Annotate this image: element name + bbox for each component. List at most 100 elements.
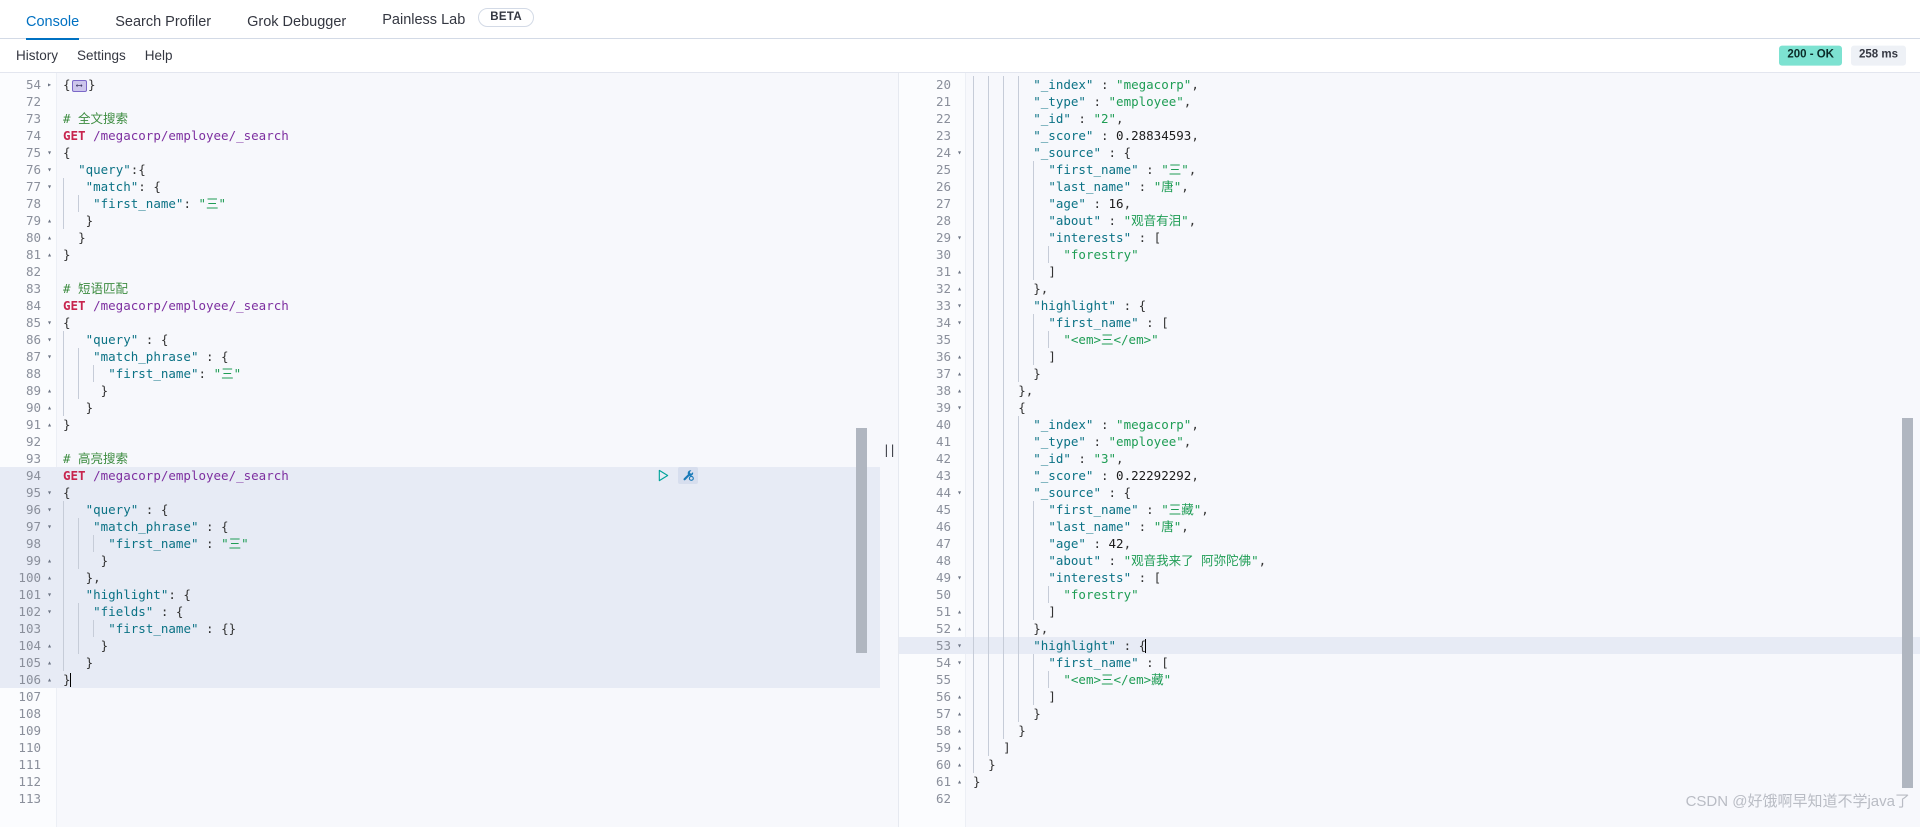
code-line[interactable]: 36 ▴ ] bbox=[898, 348, 1920, 365]
fold-toggle-icon[interactable]: ▴ bbox=[952, 688, 967, 705]
code-line[interactable]: 106 ▴} bbox=[0, 671, 880, 688]
fold-toggle-icon[interactable]: ▾ bbox=[42, 178, 57, 195]
code-line[interactable]: 93 # 高亮搜索 bbox=[0, 450, 880, 467]
code-line[interactable]: 112 bbox=[0, 773, 880, 790]
fold-toggle-icon[interactable]: ▴ bbox=[42, 569, 57, 586]
code-line[interactable]: 85 ▾ { bbox=[0, 314, 880, 331]
fold-toggle-icon[interactable]: ▴ bbox=[952, 263, 967, 280]
collapsed-fold-widget[interactable]: ⟷ bbox=[71, 80, 87, 92]
code-line[interactable]: 47 "age" : 42, bbox=[898, 535, 1920, 552]
code-line[interactable]: 42 "_id" : "3", bbox=[898, 450, 1920, 467]
fold-toggle-icon[interactable]: ▾ bbox=[42, 603, 57, 620]
code-line[interactable]: 98 "first_name" : "三" bbox=[0, 535, 880, 552]
code-line[interactable]: 113 bbox=[0, 790, 880, 807]
request-editor-scrollbar[interactable] bbox=[856, 428, 867, 653]
request-actions[interactable] bbox=[657, 467, 698, 484]
play-icon[interactable] bbox=[657, 469, 670, 482]
code-line[interactable]: 52 ▴ }, bbox=[898, 620, 1920, 637]
fold-toggle-icon[interactable]: ▾ bbox=[952, 144, 967, 161]
fold-toggle-icon[interactable]: ▾ bbox=[952, 484, 967, 501]
code-line[interactable]: 87 ▾ "match_phrase" : { bbox=[0, 348, 880, 365]
fold-toggle-icon[interactable]: ▴ bbox=[42, 382, 57, 399]
response-code[interactable]: 20 "_index" : "megacorp", 21 "_type" : "e… bbox=[898, 73, 1920, 807]
code-line[interactable]: 91 ▴} bbox=[0, 416, 880, 433]
code-line[interactable]: 89 ▴ } bbox=[0, 382, 880, 399]
code-line[interactable]: 24 ▾ "_source" : { bbox=[898, 144, 1920, 161]
fold-toggle-icon[interactable]: ▾ bbox=[952, 297, 967, 314]
fold-toggle-icon[interactable]: ▾ bbox=[42, 348, 57, 365]
code-line[interactable]: 55 "<em>三</em>藏" bbox=[898, 671, 1920, 688]
fold-toggle-icon[interactable]: ▴ bbox=[42, 246, 57, 263]
code-line[interactable]: 92 bbox=[0, 433, 880, 450]
fold-toggle-icon[interactable]: ▴ bbox=[42, 654, 57, 671]
fold-toggle-icon[interactable]: ▴ bbox=[42, 399, 57, 416]
code-line[interactable]: 38 ▴ }, bbox=[898, 382, 1920, 399]
fold-toggle-icon[interactable]: ▾ bbox=[952, 229, 967, 246]
fold-toggle-icon[interactable]: ▾ bbox=[952, 637, 967, 654]
code-line[interactable]: 94 GET /megacorp/employee/_search bbox=[0, 467, 880, 484]
code-line[interactable]: 30 "forestry" bbox=[898, 246, 1920, 263]
fold-toggle-icon[interactable]: ▴ bbox=[42, 212, 57, 229]
fold-toggle-icon[interactable]: ▴ bbox=[952, 773, 967, 790]
fold-toggle-icon[interactable]: ▴ bbox=[42, 637, 57, 654]
settings-button[interactable]: Settings bbox=[77, 49, 126, 63]
code-line[interactable]: 73 # 全文搜索 bbox=[0, 110, 880, 127]
code-line[interactable]: 39 ▾ { bbox=[898, 399, 1920, 416]
fold-toggle-icon[interactable]: ▴ bbox=[952, 620, 967, 637]
code-line[interactable]: 78 "first_name": "三" bbox=[0, 195, 880, 212]
code-line[interactable]: 80 ▴ } bbox=[0, 229, 880, 246]
wrench-icon[interactable] bbox=[678, 467, 698, 484]
code-line[interactable]: 107 bbox=[0, 688, 880, 705]
code-line[interactable]: 53 ▾ "highlight" : { bbox=[898, 637, 1920, 654]
code-line[interactable]: 110 bbox=[0, 739, 880, 756]
fold-toggle-icon[interactable]: ▾ bbox=[952, 569, 967, 586]
fold-toggle-icon[interactable]: ▾ bbox=[42, 161, 57, 178]
fold-toggle-icon[interactable]: ▴ bbox=[952, 348, 967, 365]
request-editor-pane[interactable]: 54 ▸{⟷} 72 73 # 全文搜索 74 GET /megacorp/employee… bbox=[0, 73, 880, 827]
fold-toggle-icon[interactable]: ▴ bbox=[42, 552, 57, 569]
code-line[interactable]: 104 ▴ } bbox=[0, 637, 880, 654]
code-line[interactable]: 23 "_score" : 0.28834593, bbox=[898, 127, 1920, 144]
code-line[interactable]: 101 ▾ "highlight": { bbox=[0, 586, 880, 603]
fold-toggle-icon[interactable]: ▴ bbox=[952, 756, 967, 773]
code-line[interactable]: 21 "_type" : "employee", bbox=[898, 93, 1920, 110]
code-line[interactable]: 81 ▴} bbox=[0, 246, 880, 263]
code-line[interactable]: 105 ▴ } bbox=[0, 654, 880, 671]
code-line[interactable]: 111 bbox=[0, 756, 880, 773]
code-line[interactable]: 20 "_index" : "megacorp", bbox=[898, 76, 1920, 93]
fold-toggle-icon[interactable]: ▾ bbox=[42, 518, 57, 535]
code-line[interactable]: 57 ▴ } bbox=[898, 705, 1920, 722]
code-line[interactable]: 50 "forestry" bbox=[898, 586, 1920, 603]
code-line[interactable]: 27 "age" : 16, bbox=[898, 195, 1920, 212]
fold-toggle-icon[interactable]: ▸ bbox=[42, 76, 57, 93]
code-line[interactable]: 76 ▾ "query":{ bbox=[0, 161, 880, 178]
code-line[interactable]: 44 ▾ "_source" : { bbox=[898, 484, 1920, 501]
code-line[interactable]: 84 GET /megacorp/employee/_search bbox=[0, 297, 880, 314]
code-line[interactable]: 74 GET /megacorp/employee/_search bbox=[0, 127, 880, 144]
code-line[interactable]: 46 "last_name" : "唐", bbox=[898, 518, 1920, 535]
tab-search-profiler[interactable]: Search Profiler bbox=[115, 14, 211, 40]
fold-toggle-icon[interactable]: ▴ bbox=[952, 382, 967, 399]
code-line[interactable]: 43 "_score" : 0.22292292, bbox=[898, 467, 1920, 484]
code-line[interactable]: 31 ▴ ] bbox=[898, 263, 1920, 280]
code-line[interactable]: 60 ▴ } bbox=[898, 756, 1920, 773]
fold-toggle-icon[interactable]: ▾ bbox=[42, 484, 57, 501]
fold-toggle-icon[interactable]: ▴ bbox=[952, 280, 967, 297]
tab-painless-lab[interactable]: Painless Lab BETA bbox=[382, 7, 534, 40]
fold-toggle-icon[interactable]: ▴ bbox=[952, 722, 967, 739]
fold-toggle-icon[interactable]: ▾ bbox=[42, 331, 57, 348]
fold-toggle-icon[interactable]: ▾ bbox=[42, 314, 57, 331]
code-line[interactable]: 90 ▴ } bbox=[0, 399, 880, 416]
code-line[interactable]: 97 ▾ "match_phrase" : { bbox=[0, 518, 880, 535]
fold-toggle-icon[interactable]: ▾ bbox=[42, 144, 57, 161]
code-line[interactable]: 109 bbox=[0, 722, 880, 739]
code-line[interactable]: 37 ▴ } bbox=[898, 365, 1920, 382]
fold-toggle-icon[interactable]: ▾ bbox=[952, 654, 967, 671]
code-line[interactable]: 100 ▴ }, bbox=[0, 569, 880, 586]
code-line[interactable]: 75 ▾ { bbox=[0, 144, 880, 161]
fold-toggle-icon[interactable]: ▴ bbox=[952, 603, 967, 620]
code-line[interactable]: 34 ▾ "first_name" : [ bbox=[898, 314, 1920, 331]
code-line[interactable]: 54 ▾ "first_name" : [ bbox=[898, 654, 1920, 671]
fold-toggle-icon[interactable]: ▾ bbox=[42, 501, 57, 518]
fold-toggle-icon[interactable]: ▾ bbox=[952, 314, 967, 331]
